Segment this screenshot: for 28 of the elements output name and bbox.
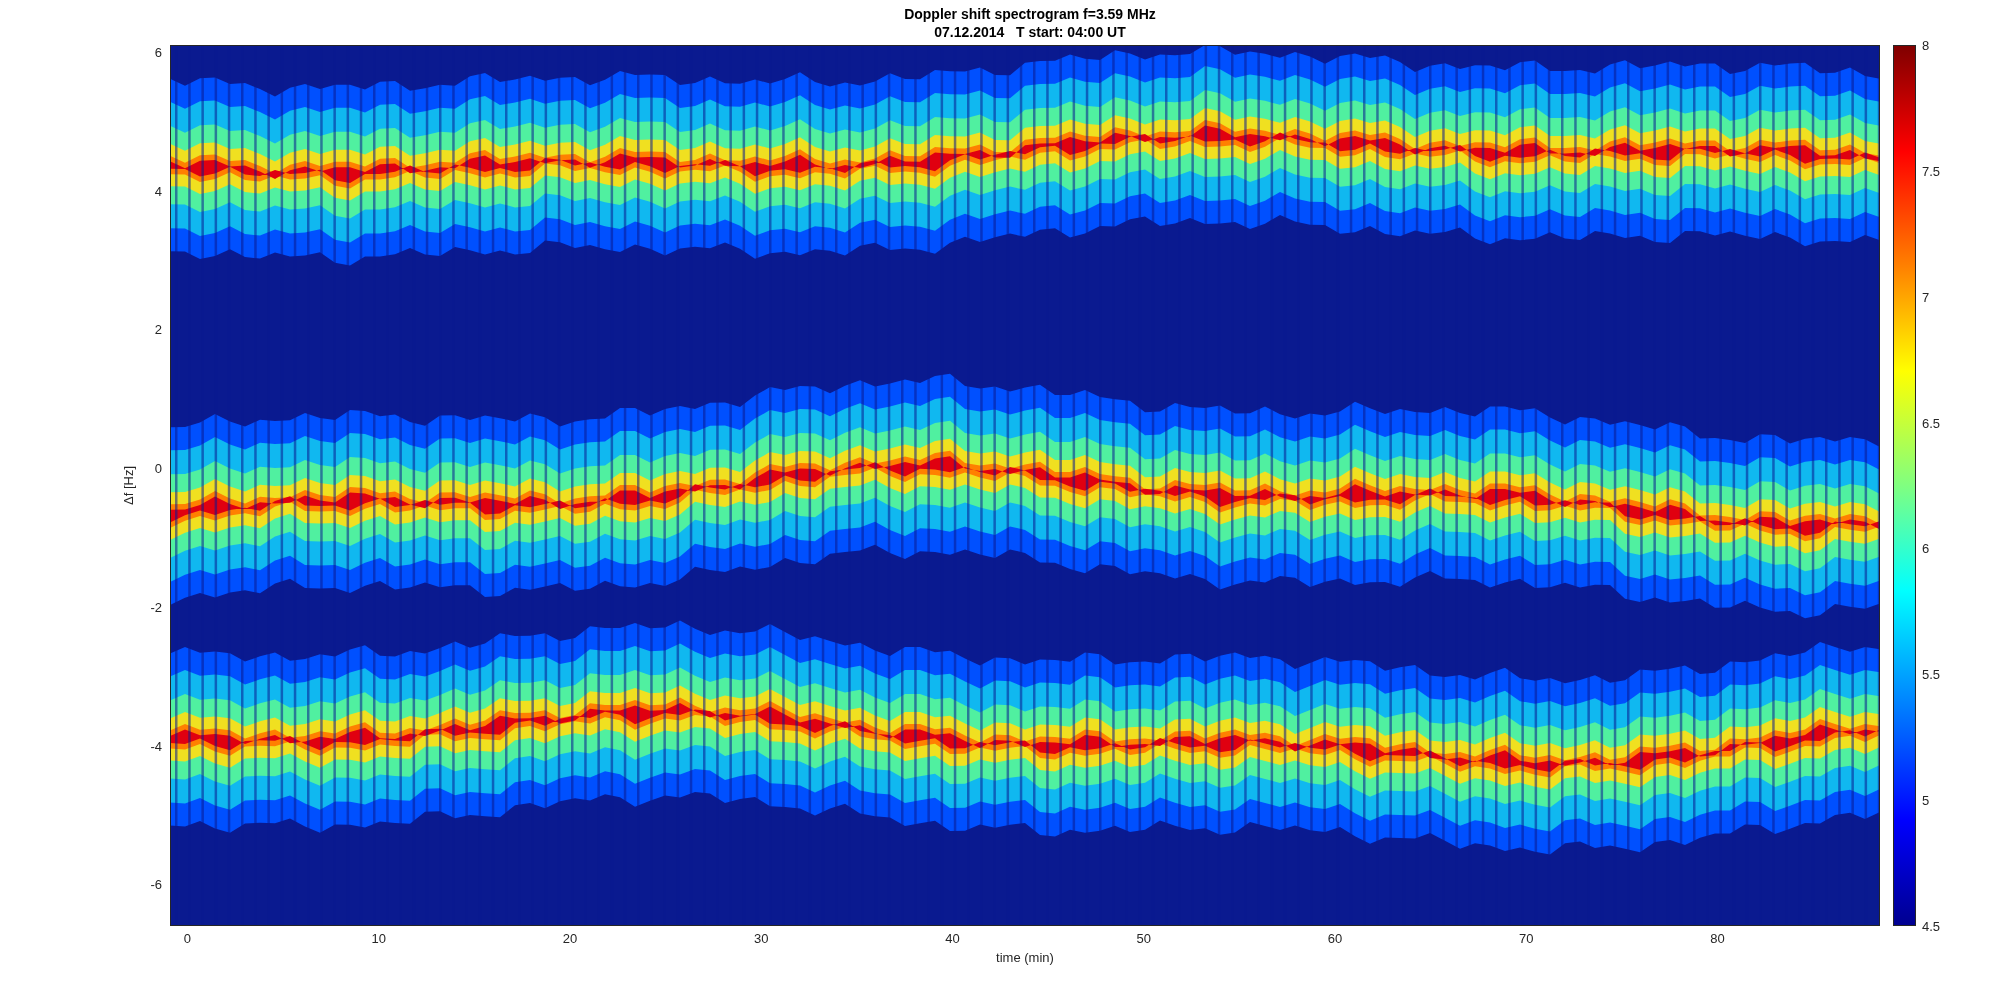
x-tick-label: 0 [183, 931, 191, 946]
x-axis-label: time (min) [995, 950, 1055, 965]
y-tick-label: 2 [154, 321, 162, 337]
chart-title: Doppler shift spectrogram f=3.59 MHz [904, 4, 1156, 23]
x-tick-label: 60 [1327, 931, 1343, 946]
colorbar-tick-label: 5.5 [1922, 666, 1941, 682]
x-tick-label: 50 [1136, 931, 1151, 946]
colorbar-tick-label: 6 [1922, 540, 1930, 556]
y-tick-label: -6 [150, 876, 162, 892]
x-tick-label: 30 [753, 931, 769, 946]
x-tick-label: 70 [1518, 931, 1534, 946]
y-tick-label: -2 [150, 599, 162, 615]
y-tick-label: 4 [154, 183, 162, 199]
colorbar-tick-label: 8 [1922, 37, 1930, 53]
y-tick-label: 0 [154, 460, 162, 476]
colorbar-tick-label: 5 [1922, 792, 1930, 808]
colorbar-tick-label: 7 [1922, 289, 1930, 305]
x-tick-label: 40 [945, 931, 960, 946]
x-tick-label: 80 [1710, 931, 1725, 946]
colorbar-tick-label: 4.5 [1922, 918, 1941, 934]
colorbar-tick-label: 7.5 [1922, 163, 1941, 179]
y-tick-label: 6 [154, 44, 162, 60]
y-tick-label: -4 [150, 738, 162, 754]
colorbar-tick-label: 6.5 [1922, 415, 1941, 431]
x-tick-label: 20 [562, 931, 578, 946]
y-axis-label: Δf [Hz] [121, 466, 136, 505]
x-tick-label: 10 [371, 931, 386, 946]
chart-subtitle: 07.12.2014 T start: 04:00 UT [934, 22, 1126, 41]
